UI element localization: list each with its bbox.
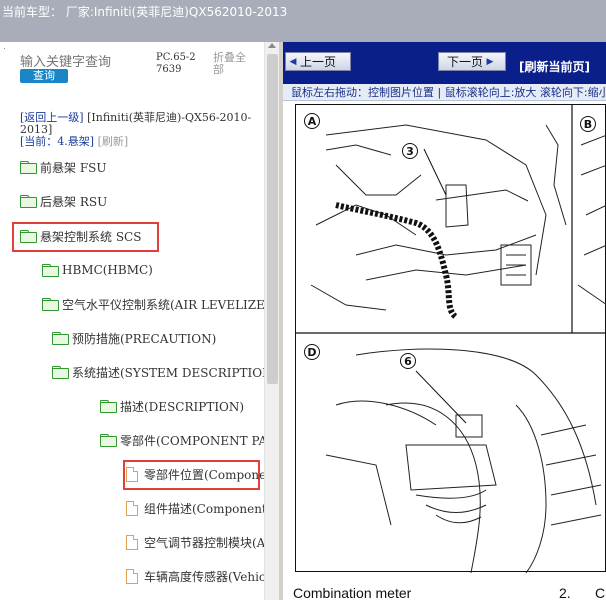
next-page-label: 下一页 [447,55,484,69]
scrollbar-thumb[interactable] [267,54,278,384]
tree-item-description[interactable]: 描述(DESCRIPTION) [100,395,244,417]
caption-combination-meter: Combination meter [293,585,412,600]
document-viewer: ◀ 上一页 下一页 ▶ [刷新当前页] 鼠标左右拖动：控制图片位置 | 鼠标滚轮… [283,42,606,600]
collapse-all-link[interactable]: 折叠全部 [213,52,253,76]
component-diagram[interactable]: A B 3 D 6 [295,104,606,574]
viewer-toolbar: ◀ 上一页 下一页 ▶ [刷新当前页] [283,42,606,84]
panel-marker: . [3,42,6,52]
tree-item-air-levelizer[interactable]: 空气水平仪控制系统(AIR LEVELIZER) [42,293,264,315]
tree-item-label: 空气调节器控制模块(Air Leveling Control Module) [144,535,264,550]
left-nav-panel: . 查询 PC.65-27639 折叠全部 [返回上一级] [Infiniti(… [0,42,264,600]
left-panel-scrollbar[interactable] [264,42,279,600]
scroll-up-icon[interactable] [268,43,276,48]
tree-item-label: 预防措施(PRECAUTION) [72,331,217,346]
breadcrumb: [返回上一级] [Infiniti(英菲尼迪)-QX56-2010-2013] … [20,112,260,148]
folder-icon [42,298,59,311]
prev-page-label: 上一页 [300,55,337,69]
folder-icon [20,230,37,243]
folder-icon [100,400,117,413]
arrow-right-icon: ▶ [486,56,494,67]
current-section: [当前：4.悬架] [20,135,95,148]
tree-item-component-description[interactable]: 组件描述(Component Description) [126,497,264,519]
vehicle-header: 当前车型： 厂家:Infiniti(英菲尼迪)QX562010-2013 [0,0,606,42]
tree-item-label: 车辆高度传感器(Vehicle Height Sensor) [144,569,264,584]
folder-icon [100,434,117,447]
tree-item-suspension-control[interactable]: 悬架控制系统 SCS [20,225,141,247]
document-icon [126,534,138,550]
tree-item-label: 零部件(COMPONENT PARTS) [120,433,264,448]
document-icon [126,466,138,482]
folder-icon [52,366,69,379]
tree-item-front-suspension[interactable]: 前悬架 FSU [20,156,106,178]
callout-a: A [304,113,320,129]
arrow-left-icon: ◀ [289,56,297,67]
tree-item-air-leveling-module[interactable]: 空气调节器控制模块(Air Leveling Control Module) [126,531,264,553]
tree-item-rear-suspension[interactable]: 后悬架 RSU [20,190,107,212]
tree-item-precaution[interactable]: 预防措施(PRECAUTION) [52,327,216,349]
viewer-hint: 鼠标左右拖动：控制图片位置 | 鼠标滚轮向上:放大 滚轮向下:缩小 [283,84,606,101]
tree-item-label: 悬架控制系统 SCS [40,229,142,244]
tree-item-height-sensor[interactable]: 车辆高度传感器(Vehicle Height Sensor) [126,565,264,587]
refresh-link[interactable]: [刷新] [98,135,129,148]
search-button[interactable]: 查询 [20,69,68,83]
caption-next: C [595,585,606,600]
callout-d: D [304,344,320,360]
part-code: PC.65-27639 [156,52,196,75]
next-page-button[interactable]: 下一页 ▶ [438,52,506,71]
folder-icon [42,264,59,277]
folder-icon [20,161,37,174]
tree-item-label: 组件描述(Component Description) [144,501,264,516]
callout-b: B [580,116,596,132]
tree-item-label: 描述(DESCRIPTION) [120,399,245,414]
callout-3: 3 [402,143,418,159]
tree-item-system-description[interactable]: 系统描述(SYSTEM DESCRIPTION) [52,361,264,383]
caption-number: 2. [559,585,571,600]
tree-item-label: 零部件位置(Component Parts Location) [144,467,264,482]
document-icon [126,500,138,516]
tree-item-label: 空气水平仪控制系统(AIR LEVELIZER) [62,297,264,312]
tree-item-component-parts[interactable]: 零部件(COMPONENT PARTS) [100,429,264,451]
tree-item-label: HBMC(HBMC) [62,263,153,277]
tree-item-label: 系统描述(SYSTEM DESCRIPTION) [72,365,264,380]
folder-icon [52,332,69,345]
tree-item-hbmc[interactable]: HBMC(HBMC) [42,259,153,281]
tree-item-label: 前悬架 FSU [40,160,107,175]
callout-6: 6 [400,353,416,369]
tree-item-component-location[interactable]: 零部件位置(Component Parts Location) [126,463,264,485]
tree-item-label: 后悬架 RSU [40,194,108,209]
refresh-page-button[interactable]: [刷新当前页] [519,58,590,75]
prev-page-button[interactable]: ◀ 上一页 [285,52,351,71]
document-icon [126,568,138,584]
diagram-illustration [296,105,606,574]
folder-icon [20,195,37,208]
